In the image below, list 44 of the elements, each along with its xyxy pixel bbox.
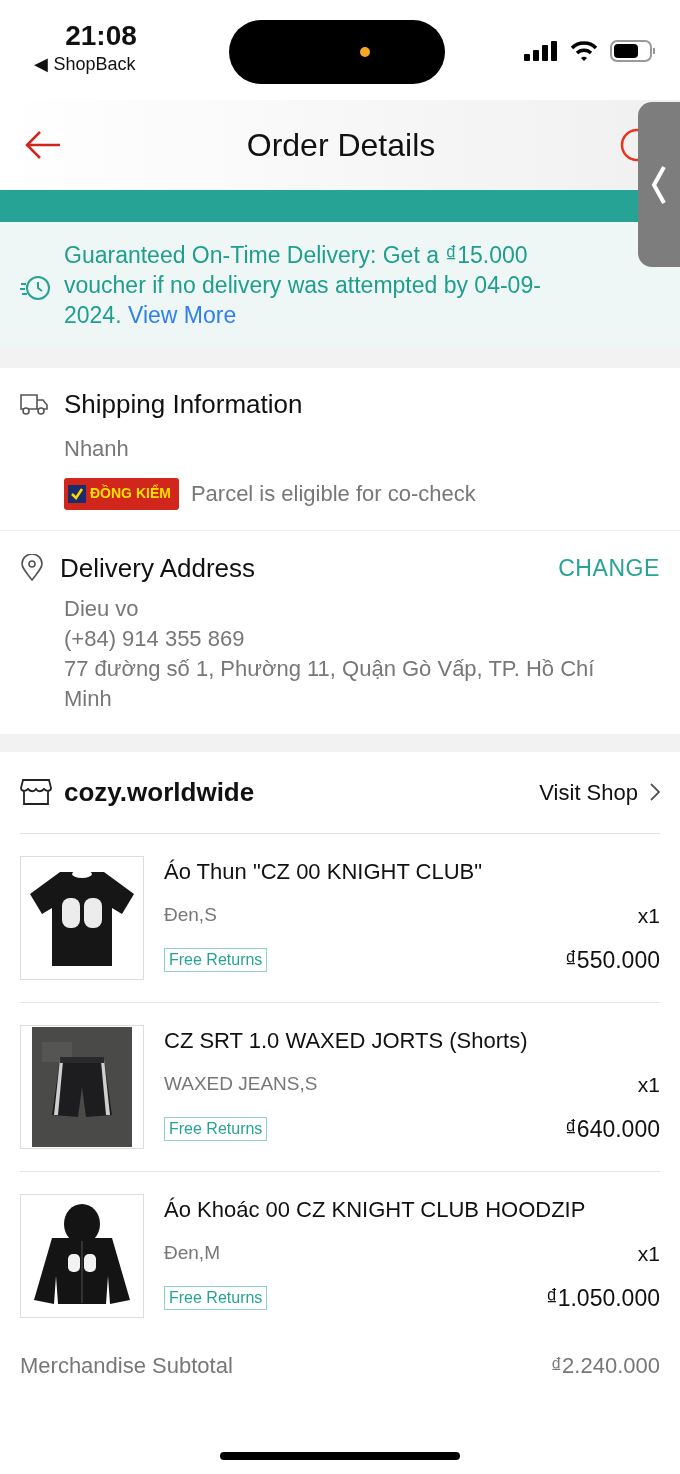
co-check-note: Parcel is eligible for co-check (190, 480, 476, 508)
subtotal-label: Merchandise Subtotal (20, 1352, 233, 1380)
product-name: Áo Thun "CZ 00 KNIGHT CLUB" (164, 857, 484, 886)
location-pin-icon (20, 554, 44, 583)
street-address: 77 đường số 1, Phường 11, Quận Gò Vấp, TP. Hồ Chí Minh (64, 654, 596, 713)
free-returns-tag: Free Returns (164, 1117, 268, 1142)
side-panel-handle[interactable] (638, 102, 680, 267)
signal-icon (524, 41, 558, 61)
truck-icon (20, 393, 48, 415)
quantity: x1 (637, 902, 660, 929)
free-returns-tag: Free Returns (164, 1286, 268, 1311)
store-icon (20, 778, 52, 806)
product-variant: Đen,M (164, 1241, 220, 1265)
wifi-icon (570, 41, 598, 61)
product-variant: WAXED JEANS,S (164, 1072, 318, 1096)
shop-name: cozy.worldwide (64, 775, 256, 809)
subtotal-value: ₫2.240.000 (550, 1352, 660, 1380)
product-price: ₫550.000 (565, 946, 660, 975)
chevron-left-icon (651, 164, 667, 205)
clock-time: 21:08 (65, 20, 137, 52)
shipping-method: Nhanh (64, 435, 130, 463)
quantity: x1 (637, 1071, 660, 1098)
battery-icon (610, 40, 656, 62)
co-check-badge: ĐỒNG KIỂM (64, 477, 179, 510)
product-price: ₫640.000 (565, 1115, 660, 1144)
product-price: ₫1.050.000 (545, 1284, 660, 1313)
back-arrow-icon[interactable] (24, 130, 62, 160)
product-thumbnail[interactable] (20, 1024, 144, 1149)
view-more-link[interactable]: View More (127, 302, 237, 328)
recipient-phone: (+84) 914 355 869 (64, 624, 246, 653)
quantity: x1 (637, 1240, 660, 1267)
visit-shop-button[interactable]: Visit Shop (539, 775, 660, 809)
free-returns-tag: Free Returns (164, 948, 268, 973)
clock-icon (20, 274, 52, 302)
section-title: Delivery Address (60, 552, 257, 585)
page-title: Order Details (246, 126, 436, 165)
guarantee-text: Guaranteed On-Time Delivery: Get a ₫15.000 voucher if no delivery was attempted by 04-09-2024. View More (64, 241, 542, 330)
chevron-right-icon (650, 783, 660, 801)
recipient-name: Dieu vo (64, 594, 140, 623)
product-variant: Đen,S (164, 903, 217, 927)
back-to-app-link[interactable]: ◀ ShopBack (34, 52, 136, 76)
section-title: Shipping Information (64, 388, 303, 420)
product-name: Áo Khoác 00 CZ KNIGHT CLUB HOODZIP (164, 1195, 587, 1224)
product-name: CZ SRT 1.0 WAXED JORTS (Shorts) (164, 1026, 529, 1055)
